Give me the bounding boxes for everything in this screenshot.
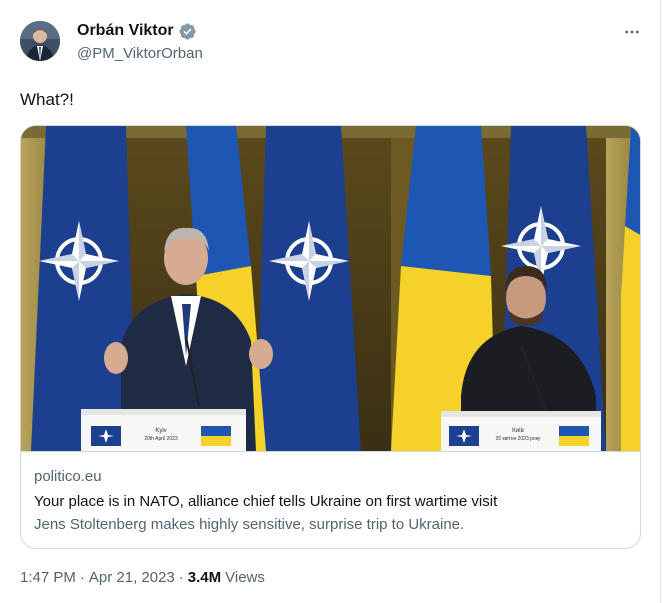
avatar[interactable]: [20, 21, 60, 61]
tweet-date[interactable]: Apr 21, 2023: [89, 568, 175, 588]
link-card[interactable]: Kyiv 20th April 2023 Київ 20 квітня 2023…: [20, 125, 641, 549]
card-title: Your place is in NATO, alliance chief te…: [34, 493, 498, 510]
left-podium-city: Kyiv: [155, 428, 166, 434]
card-meta: politico.eu Your place is in NATO, allia…: [21, 451, 640, 548]
tweet-text: What?!: [20, 90, 74, 109]
views-label: Views: [225, 569, 265, 586]
right-podium-city: Київ: [512, 428, 524, 434]
author-handle[interactable]: @PM_ViktorOrban: [77, 44, 203, 64]
card-image[interactable]: Kyiv 20th April 2023 Київ 20 квітня 2023…: [21, 126, 641, 451]
left-podium-date: 20th April 2023: [144, 436, 178, 442]
author-name-row: Orbán Viktor: [77, 21, 197, 41]
tweet-footer: 1:47 PM · Apr 21, 2023 · 3.4M Views: [20, 568, 265, 588]
tweet-time[interactable]: 1:47 PM: [20, 568, 76, 588]
more-options-icon[interactable]: [620, 20, 644, 44]
card-domain: politico.eu: [34, 468, 102, 485]
views-count: 3.4M: [187, 569, 222, 586]
separator: ·: [178, 569, 184, 586]
tweet-container: Orbán Viktor @PM_ViktorOrban What?! Kyiv…: [0, 0, 661, 603]
card-description: Jens Stoltenberg makes highly sensitive,…: [34, 516, 465, 533]
author-name[interactable]: Orbán Viktor: [77, 21, 174, 41]
avatar-image: [20, 21, 60, 61]
right-podium-date: 20 квітня 2023 року: [496, 436, 541, 442]
separator: ·: [79, 569, 85, 586]
verified-badge-icon: [178, 22, 197, 41]
